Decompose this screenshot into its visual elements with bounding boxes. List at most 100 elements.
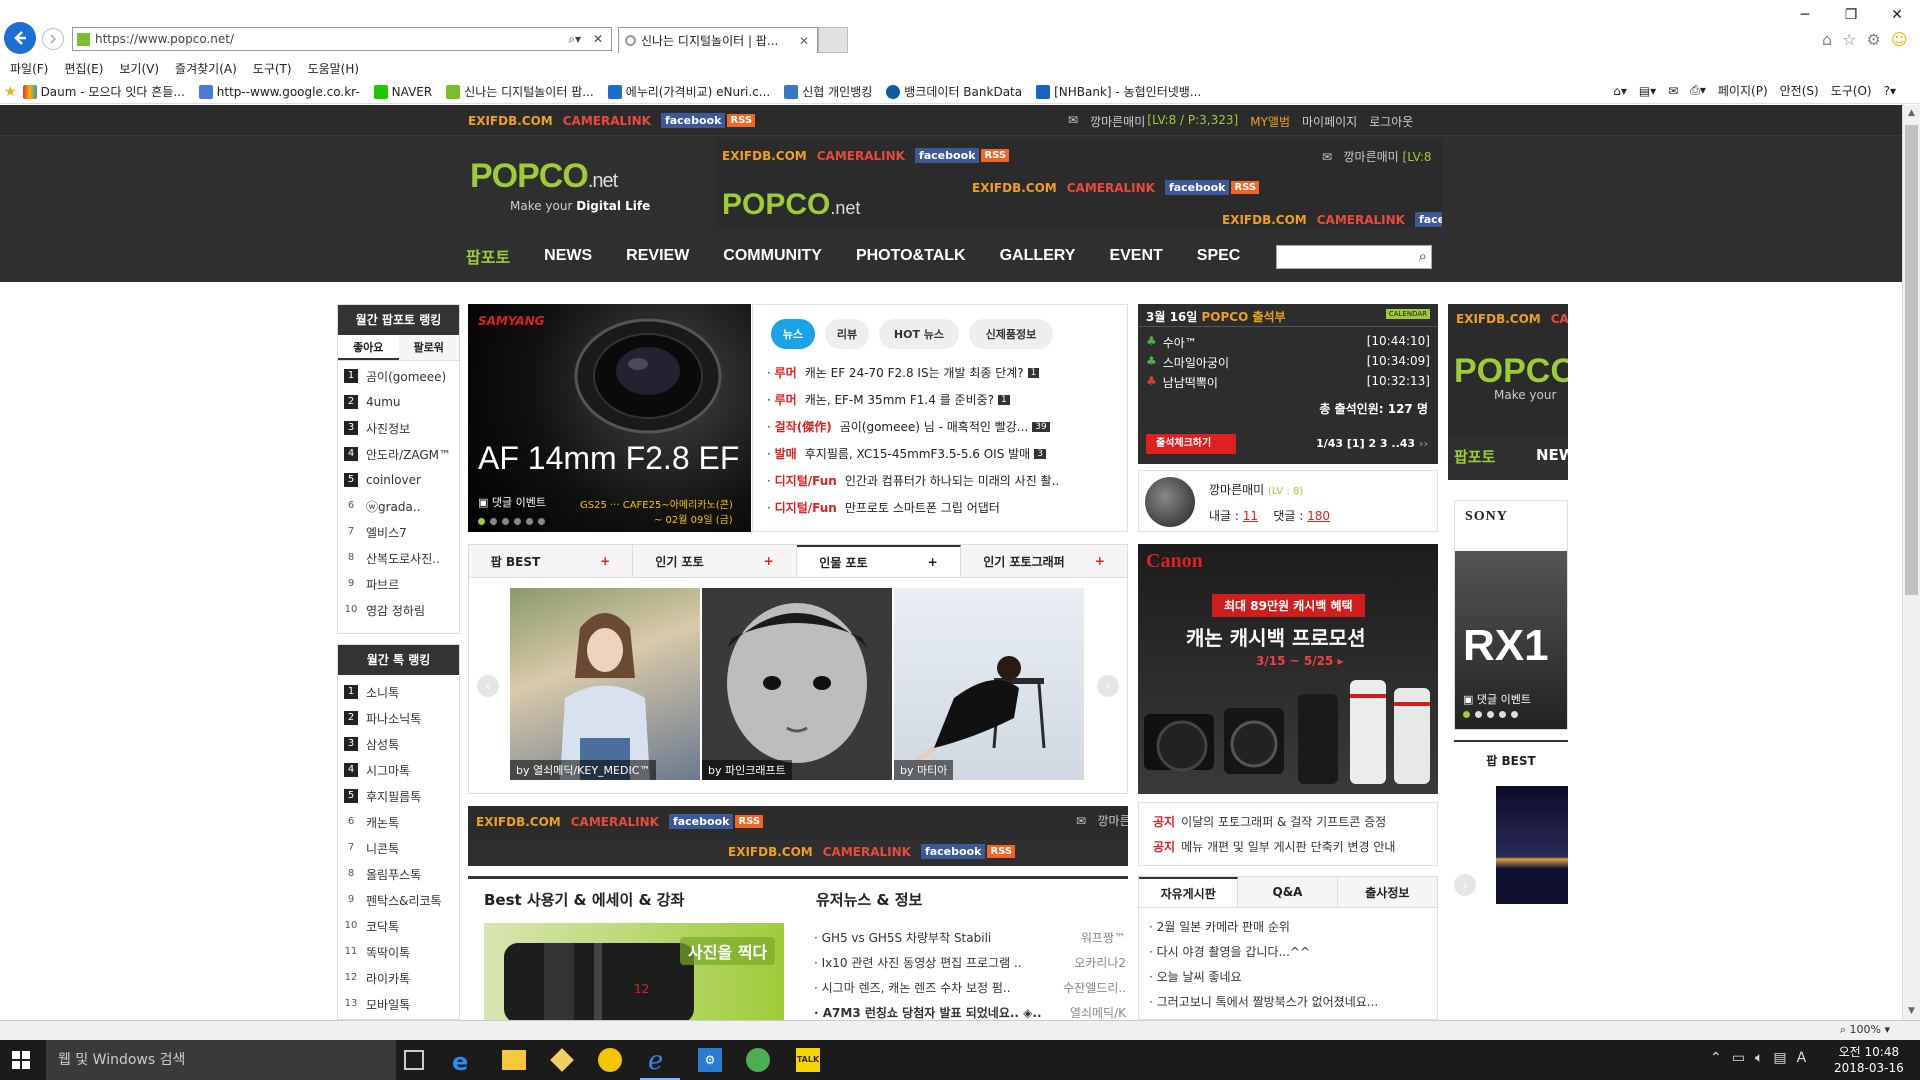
search-icon[interactable]: ⌕ xyxy=(1419,247,1427,265)
logout-link[interactable]: 로그아웃 xyxy=(1369,113,1413,130)
talk-item[interactable]: 9 펜탁스&리코톡 xyxy=(338,887,459,913)
dot[interactable] xyxy=(1475,711,1482,718)
fav-item[interactable]: 에누리(가격비교) eNuri.c... xyxy=(607,83,770,100)
avatar[interactable] xyxy=(1145,477,1195,527)
ranking-item[interactable]: 4 안도라/ZAGM™ xyxy=(338,441,459,467)
talk-item[interactable]: 1 소니톡 xyxy=(338,679,459,705)
attendance-check-button[interactable]: 출석체크하기 xyxy=(1146,434,1236,454)
close-icon[interactable]: ✕ xyxy=(593,28,603,50)
fav-item[interactable]: [NHBank] - 농협인터넷뱅... xyxy=(1036,83,1201,100)
best-section-image[interactable]: 12 사진을 찍다 xyxy=(484,923,784,1020)
home-icon[interactable]: ⌂ xyxy=(1822,30,1832,49)
tab-close-icon[interactable]: ✕ xyxy=(799,28,809,53)
board-item[interactable]: · 오늘 날씨 좋네요 xyxy=(1149,964,1437,989)
smiley-icon[interactable]: ☺ xyxy=(1891,30,1908,49)
back-button[interactable] xyxy=(4,22,36,54)
tab-popular-photo[interactable]: 인기 포토 + xyxy=(633,545,797,577)
talk-item[interactable]: 2 파나소닉톡 xyxy=(338,705,459,731)
nav-review[interactable]: REVIEW xyxy=(626,247,689,265)
myalbum-link[interactable]: MY앨범 xyxy=(1250,113,1290,130)
tab-portrait-photo[interactable]: 인물 포토 + xyxy=(797,545,961,577)
address-bar[interactable]: https://www.popco.net/ ⌕▾ ✕ xyxy=(72,27,612,51)
dot[interactable] xyxy=(478,518,485,525)
tab-followers[interactable]: 팔로워 xyxy=(398,335,459,360)
board-item[interactable]: · 2월 일본 카메라 판매 순위 xyxy=(1149,914,1437,939)
dot[interactable] xyxy=(538,518,545,525)
ranking-item[interactable]: 3 사진정보 xyxy=(338,415,459,441)
nav-event[interactable]: EVENT xyxy=(1109,247,1162,265)
facebook-link[interactable]: facebook xyxy=(660,113,726,128)
search-icon[interactable]: ⌕▾ xyxy=(568,28,581,50)
app-icon[interactable] xyxy=(550,1048,574,1072)
talk-item[interactable]: 3 삼성톡 xyxy=(338,731,459,757)
dot[interactable] xyxy=(1487,711,1494,718)
nav-photo-talk[interactable]: PHOTO&TALK xyxy=(856,247,966,265)
dot[interactable] xyxy=(502,518,509,525)
window-close-button[interactable]: ✕ xyxy=(1874,0,1920,30)
browser-tab[interactable]: 신나는 디지털놀이터 | 팝... ✕ xyxy=(618,27,818,53)
news-item[interactable]: · 발매 후지필름, XC15-45mmF3.5-5.6 OIS 발매 3 xyxy=(767,440,1123,467)
board-item[interactable]: · 다시 야경 촬영을 갑니다...^^ xyxy=(1149,939,1437,964)
new-tab-button[interactable] xyxy=(818,27,848,53)
talk-item[interactable]: 6 캐논톡 xyxy=(338,809,459,835)
dot[interactable] xyxy=(1499,711,1506,718)
talk-item[interactable]: 11 똑딱이톡 xyxy=(338,939,459,965)
ranking-item[interactable]: 2 4umu xyxy=(338,389,459,415)
ranking-item[interactable]: 6 ⓦgrada.. xyxy=(338,493,459,519)
minimize-button[interactable]: ─ xyxy=(1782,0,1828,30)
safety-menu[interactable]: 안전(S) xyxy=(1780,82,1819,99)
talk-item[interactable]: 13 모바일톡 xyxy=(338,991,459,1017)
dot[interactable] xyxy=(526,518,533,525)
samyang-banner[interactable]: SAMYANG AF 14mm F2.8 EF ▣ 댓글 이벤트 GS25 ··… xyxy=(468,304,751,532)
tools-menu[interactable]: 도구(O) xyxy=(1831,82,1872,99)
exifdb-link[interactable]: EXIFDB.COM xyxy=(468,114,553,128)
home-dropdown-icon[interactable]: ⌂▾ xyxy=(1613,84,1627,98)
notification-icon[interactable]: ▤ xyxy=(1773,1050,1786,1066)
dot[interactable] xyxy=(1511,711,1518,718)
maximize-button[interactable]: ❐ xyxy=(1828,0,1874,30)
task-view-icon[interactable] xyxy=(404,1050,424,1070)
fav-item[interactable]: http--www.google.co.kr- xyxy=(198,84,360,99)
dot[interactable] xyxy=(514,518,521,525)
nav-gallery[interactable]: GALLERY xyxy=(1000,247,1076,265)
fav-item[interactable]: 신나는 디지털놀이터 팝... xyxy=(446,83,594,100)
fav-item[interactable]: NAVER xyxy=(373,84,432,99)
best-section-title[interactable]: Best 사용기 & 에세이 & 강좌 xyxy=(484,889,684,910)
cameralink-link[interactable]: CAMERALINK xyxy=(563,114,651,128)
user-news-item[interactable]: · 시그마 렌즈, 캐논 렌즈 수차 보정 펌.. 수잔엘드리.. xyxy=(814,975,1126,1000)
talk-item[interactable]: 4 시그마톡 xyxy=(338,757,459,783)
menu-file[interactable]: 파일(F) xyxy=(10,60,48,77)
ranking-item[interactable]: 10 영감 정하림 xyxy=(338,597,459,623)
profile-name[interactable]: 깡마른매미 xyxy=(1209,483,1264,497)
tab-likes[interactable]: 좋아요 xyxy=(338,335,399,360)
nav-news[interactable]: NEWS xyxy=(544,247,592,265)
kakaotalk-icon[interactable]: TALK xyxy=(796,1048,820,1072)
user-name[interactable]: 깡마른매미 xyxy=(1090,113,1145,130)
edge-icon[interactable]: e xyxy=(452,1048,468,1076)
board-item[interactable]: · 그러고보니 톡에서 짤방북스가 없어졌네요... xyxy=(1149,989,1437,1014)
fav-item[interactable]: 뱅크데이터 BankData xyxy=(886,83,1022,100)
page-menu[interactable]: 페이지(P) xyxy=(1718,82,1768,99)
talk-item[interactable]: 10 코닥톡 xyxy=(338,913,459,939)
message-icon[interactable]: ✉ xyxy=(1068,113,1078,130)
next-arrow-icon[interactable]: › xyxy=(1097,675,1119,697)
pill-review[interactable]: 리뷰 xyxy=(825,319,869,349)
tab-free-board[interactable]: 자유게시판 xyxy=(1139,877,1239,907)
tray-chevron-icon[interactable]: ⌃ xyxy=(1710,1050,1722,1066)
internet-explorer-icon[interactable]: ℯ xyxy=(648,1046,663,1076)
forward-button[interactable] xyxy=(42,28,64,50)
file-explorer-icon[interactable] xyxy=(502,1050,526,1070)
ranking-item[interactable]: 5 coinlover xyxy=(338,467,459,493)
settings-gear-icon[interactable]: ⚙ xyxy=(698,1048,722,1072)
ranking-item[interactable]: 9 파브르 xyxy=(338,571,459,597)
talk-item[interactable]: 5 후지필름톡 xyxy=(338,783,459,809)
menu-favorites[interactable]: 즐겨찾기(A) xyxy=(175,60,237,77)
photo-thumb[interactable]: by 열쇠메딕/KEY_MEDIC™ xyxy=(510,588,700,780)
attendance-pager[interactable]: 1/43 [1] 2 3 ..43 ›› xyxy=(1316,437,1428,450)
tab-pop-best[interactable]: 팝 BEST + xyxy=(469,545,633,577)
taskbar-search-input[interactable]: 웹 및 Windows 검색 xyxy=(46,1040,396,1080)
rss-link[interactable]: RSS xyxy=(727,114,756,127)
photo-thumb[interactable]: by 파인크래프트 xyxy=(702,588,892,780)
scroll-up-icon[interactable]: ▲ xyxy=(1903,105,1920,122)
user-news-item[interactable]: · GH5 vs GH5S 차량부착 Stabili 워프짱™ xyxy=(814,925,1126,950)
